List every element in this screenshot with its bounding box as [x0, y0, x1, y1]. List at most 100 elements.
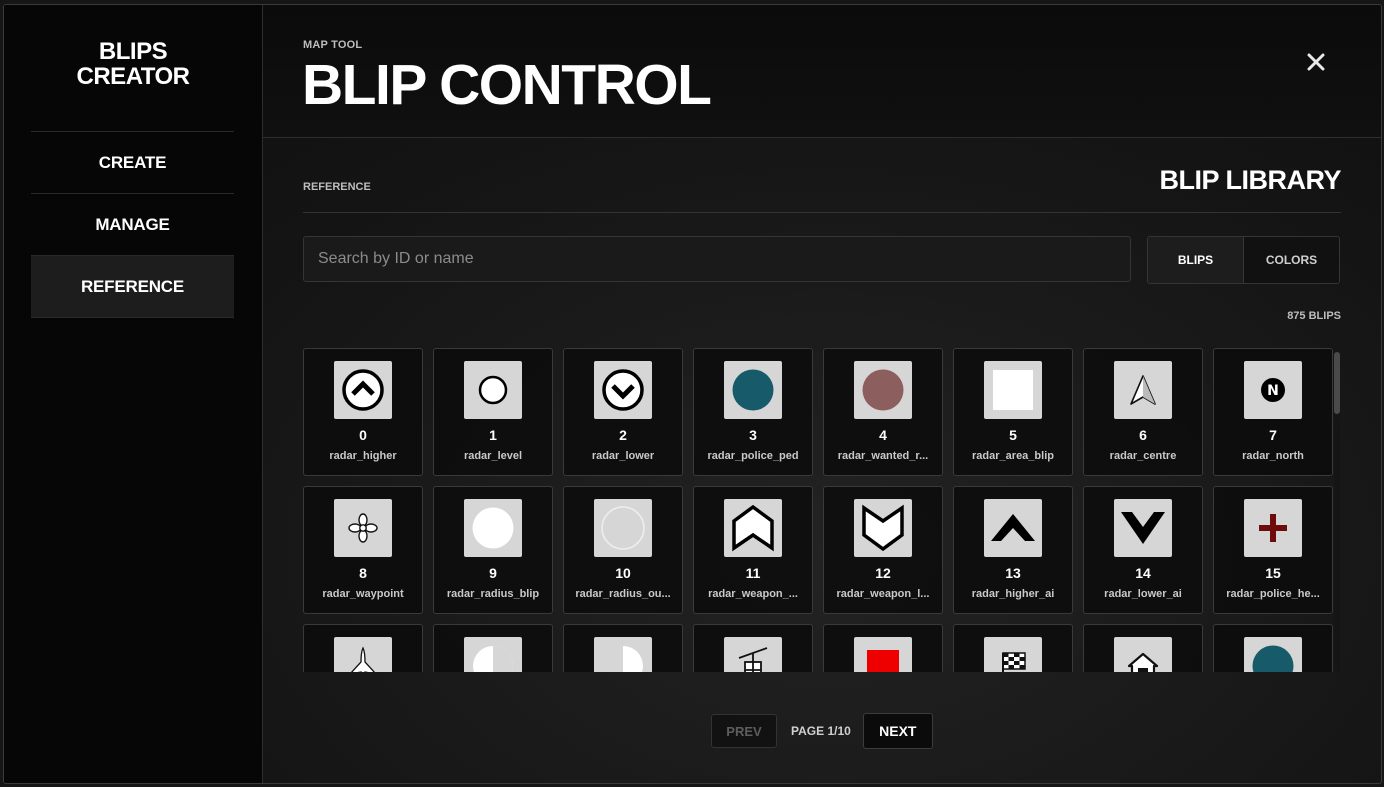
blip-count: 875 BLIPS	[1287, 310, 1341, 322]
half-circle-right-icon	[601, 644, 645, 672]
page-eyebrow: MAP TOOL	[303, 39, 363, 51]
circle-chevron-down-icon	[600, 367, 646, 413]
prev-page-button[interactable]: PREV	[711, 714, 777, 748]
half-circle-left-icon	[471, 644, 515, 672]
svg-text:N: N	[1267, 383, 1279, 399]
blip-id: 0	[359, 427, 367, 443]
blip-tile[interactable]	[1213, 624, 1333, 672]
blip-grid: 0 radar_higher 1 radar_level 2 radar_lower 3 ra…	[303, 348, 1343, 672]
blip-thumbnail	[1114, 361, 1172, 419]
sidebar-nav: CREATE MANAGE REFERENCE	[31, 131, 234, 318]
brand-line-2: CREATOR	[76, 63, 190, 90]
safehouse-icon	[1123, 646, 1163, 672]
brand-line-1: BLIPS	[98, 38, 168, 65]
blip-tile[interactable]	[303, 624, 423, 672]
blip-tile[interactable]: 3 radar_police_ped	[693, 348, 813, 476]
blip-thumbnail	[594, 361, 652, 419]
blip-tile[interactable]: 4 radar_wanted_r...	[823, 348, 943, 476]
blip-id: 1	[489, 427, 497, 443]
blip-name: radar_level	[463, 450, 523, 462]
blip-tile[interactable]: 15 radar_police_he...	[1213, 486, 1333, 614]
blip-thumbnail	[334, 499, 392, 557]
teal-dot-icon	[731, 368, 775, 412]
blip-tile[interactable]: 5 radar_area_blip	[953, 348, 1073, 476]
blip-tile[interactable]: 9 radar_radius_blip	[433, 486, 553, 614]
blip-thumbnail	[464, 637, 522, 672]
faint-circle-icon	[600, 505, 646, 551]
sidebar-item-reference[interactable]: REFERENCE	[31, 255, 234, 318]
chevron-up-solid-icon	[988, 510, 1038, 546]
blip-thumbnail: N	[1244, 361, 1302, 419]
blip-thumbnail	[724, 499, 782, 557]
blip-tile[interactable]: 13 radar_higher_ai	[953, 486, 1073, 614]
blip-tile[interactable]: 6 radar_centre	[1083, 348, 1203, 476]
blip-name: radar_north	[1242, 450, 1304, 462]
white-circle-icon	[471, 506, 515, 550]
blip-tile[interactable]: 11 radar_weapon_...	[693, 486, 813, 614]
blip-name: radar_waypoint	[322, 588, 404, 600]
blip-thumbnail	[854, 637, 912, 672]
blip-tile[interactable]: 2 radar_lower	[563, 348, 683, 476]
blip-name: radar_higher	[329, 450, 397, 462]
chevron-up-outline-icon	[730, 504, 776, 552]
blip-id: 5	[1009, 427, 1017, 443]
view-toggle: BLIPS COLORS	[1147, 236, 1340, 284]
blip-grid-viewport: 0 radar_higher 1 radar_level 2 radar_lower 3 ra…	[303, 348, 1343, 672]
waypoint-icon	[347, 512, 379, 544]
blip-thumbnail	[594, 637, 652, 672]
blip-thumbnail	[984, 361, 1042, 419]
search-input[interactable]	[303, 236, 1131, 282]
app-window: BLIPS CREATOR CREATE MANAGE REFERENCE MA…	[3, 4, 1382, 784]
blip-tile[interactable]	[693, 624, 813, 672]
circle-outline-icon	[476, 373, 510, 407]
blip-id: 12	[875, 565, 891, 581]
blip-thumbnail	[984, 499, 1042, 557]
blip-tile[interactable]: 10 radar_radius_ou...	[563, 486, 683, 614]
blip-name: radar_higher_ai	[971, 588, 1055, 600]
page-indicator: PAGE 1/10	[791, 724, 851, 738]
blip-tile[interactable]: 1 radar_level	[433, 348, 553, 476]
chevron-down-outline-icon	[860, 504, 906, 552]
grid-scrollbar-thumb[interactable]	[1334, 352, 1340, 414]
next-page-button[interactable]: NEXT	[862, 713, 933, 749]
mauve-dot-icon	[861, 368, 905, 412]
sidebar-item-manage[interactable]: MANAGE	[31, 193, 234, 255]
blip-tile[interactable]: N 7 radar_north	[1213, 348, 1333, 476]
blip-thumbnail	[334, 361, 392, 419]
blip-tile[interactable]: 14 radar_lower_ai	[1083, 486, 1203, 614]
blip-id: 3	[749, 427, 757, 443]
grid-scrollbar[interactable]	[1334, 352, 1340, 672]
jet-icon	[348, 646, 378, 672]
blip-id: 7	[1269, 427, 1277, 443]
sidebar: BLIPS CREATOR CREATE MANAGE REFERENCE	[4, 5, 263, 783]
sidebar-item-create[interactable]: CREATE	[31, 131, 234, 193]
blip-tile[interactable]: 12 radar_weapon_l...	[823, 486, 943, 614]
blip-name: radar_lower_ai	[1104, 588, 1182, 600]
blip-thumbnail	[594, 499, 652, 557]
section-title: BLIP LIBRARY	[1159, 165, 1341, 195]
section-divider	[303, 212, 1341, 213]
toggle-colors[interactable]: COLORS	[1244, 237, 1339, 283]
blip-id: 9	[489, 565, 497, 581]
chevron-down-solid-icon	[1118, 508, 1168, 548]
blip-tile[interactable]: 0 radar_higher	[303, 348, 423, 476]
blip-name: radar_wanted_r...	[837, 450, 929, 462]
blip-name: radar_centre	[1109, 450, 1177, 462]
blip-name: radar_weapon_l...	[836, 588, 930, 600]
blip-thumbnail	[854, 499, 912, 557]
toggle-blips[interactable]: BLIPS	[1148, 237, 1244, 283]
blip-thumbnail	[984, 637, 1042, 672]
blip-tile[interactable]	[433, 624, 553, 672]
blip-tile[interactable]: 8 radar_waypoint	[303, 486, 423, 614]
blip-id: 4	[879, 427, 887, 443]
blip-thumbnail	[724, 637, 782, 672]
close-button[interactable]	[1301, 47, 1331, 77]
blip-tile[interactable]	[823, 624, 943, 672]
blip-tile[interactable]	[1083, 624, 1203, 672]
page-title: BLIP CONTROL	[302, 53, 712, 117]
blip-tile[interactable]	[563, 624, 683, 672]
north-marker-icon: N	[1259, 376, 1287, 404]
pagination: PREV PAGE 1/10 NEXT	[711, 713, 933, 749]
blip-tile[interactable]	[953, 624, 1073, 672]
blip-id: 14	[1135, 565, 1151, 581]
